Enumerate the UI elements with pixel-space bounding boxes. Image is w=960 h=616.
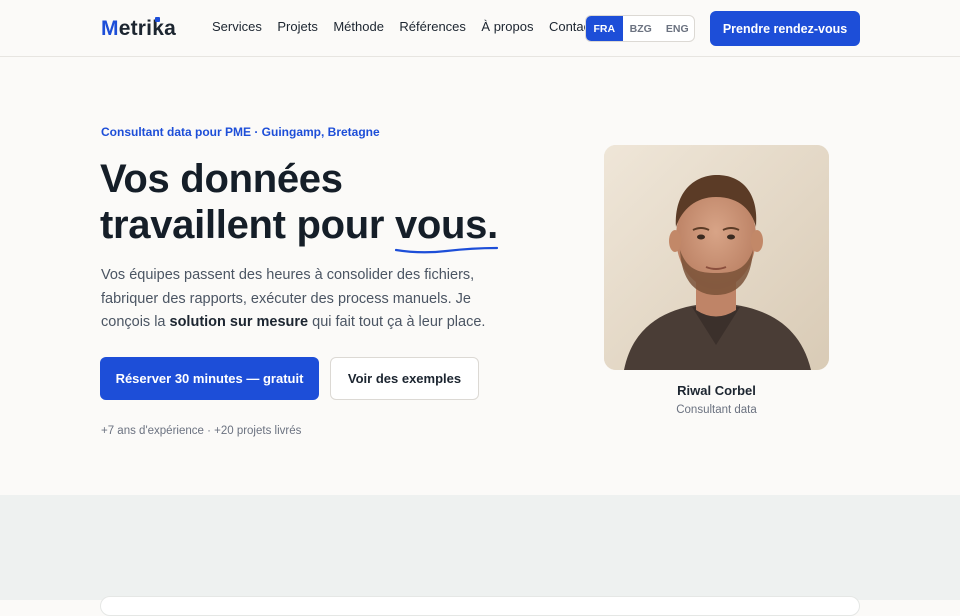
language-option-bzg[interactable]: BZG [623,16,660,41]
logo-letter-m: M [101,17,119,40]
consultant-role: Consultant data [676,404,757,416]
experience-stats: +7 ans d'expérience · +20 projets livrés [101,425,302,437]
logo-text-end: a [164,17,176,40]
headline-highlight: vous. [394,202,498,254]
main-nav: Services Projets Méthode Références À pr… [212,19,609,34]
nav-item-methode[interactable]: Méthode [333,19,384,34]
language-option-fra[interactable]: FRA [586,16,623,41]
see-examples-button[interactable]: Voir des exemples [330,357,479,400]
book-appointment-button[interactable]: Prendre rendez-vous [710,11,860,46]
headline-line-2: travaillent pour [100,203,395,247]
description-text-2: qui fait tout ça à leur place. [308,314,486,330]
nav-item-references[interactable]: Références [399,19,465,34]
logo-letter-k: k [152,17,165,40]
description-bold: solution sur mesure [169,314,309,330]
logo[interactable]: Metri k a [101,15,176,43]
hero-eyebrow: Consultant data pour PME · Guingamp, Bre… [101,125,380,139]
underline-squiggle [394,246,498,254]
headline-line-1: Vos données [100,157,343,201]
hero-description: Vos équipes passent des heures à consoli… [101,264,501,335]
nav-item-services[interactable]: Services [212,19,262,34]
hero-headline: Vos données travaillent pour vous. [100,156,560,254]
nav-item-a-propos[interactable]: À propos [481,19,533,34]
next-section-card [100,596,860,616]
language-option-eng[interactable]: ENG [659,16,694,41]
logo-text-middle: etri [118,17,153,40]
consultant-name: Riwal Corbel [677,383,756,398]
site-header: Metri k a Services Projets Méthode Référen… [0,0,960,57]
nav-item-projets[interactable]: Projets [277,19,317,34]
headline-highlight-text: vous. [394,203,498,247]
consultant-portrait [604,145,829,370]
language-switcher: FRA BZG ENG [585,15,695,42]
portrait-illustration [604,145,829,370]
reserve-call-button[interactable]: Réserver 30 minutes — gratuit [100,357,319,400]
next-section-band [0,495,960,600]
